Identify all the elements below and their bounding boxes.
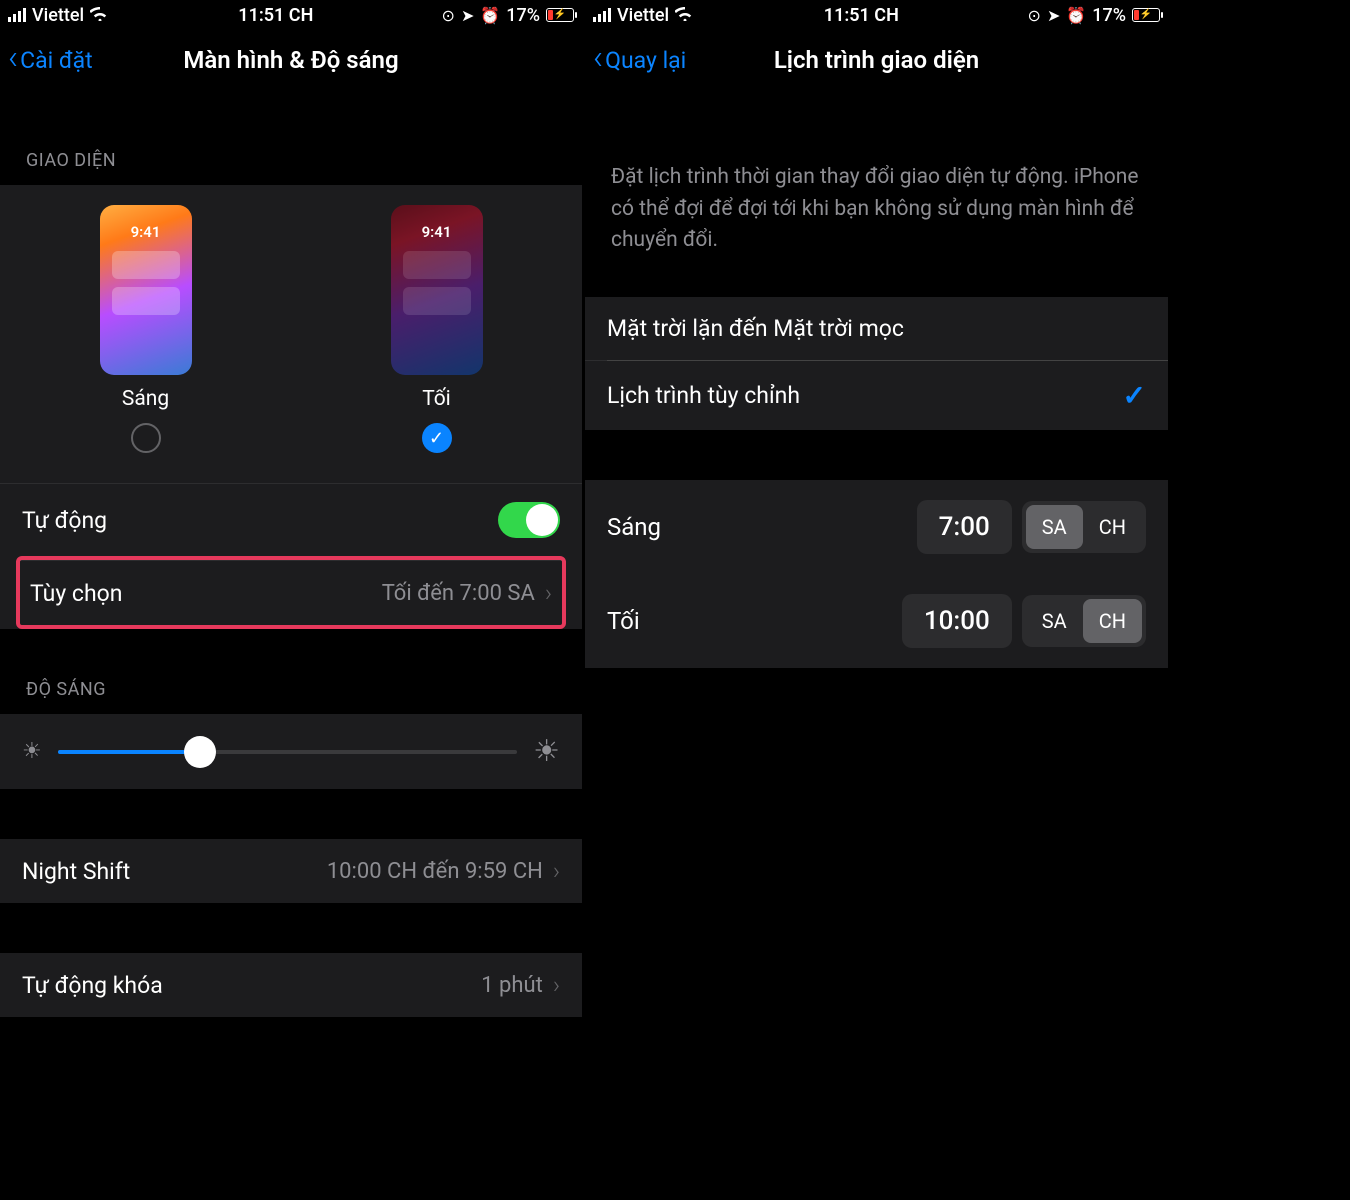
screen-display-brightness: Viettel 11:51 CH ⊙ ➤ ⏰ 17% ⚡ ‹ Cài đặt M… (0, 0, 582, 1200)
options-cell[interactable]: Tùy chọn Tối đến 7:00 SA › (20, 560, 562, 625)
options-highlight: Tùy chọn Tối đến 7:00 SA › (16, 556, 566, 629)
battery-pct: 17% (506, 5, 540, 26)
page-title: Màn hình & Độ sáng (0, 46, 582, 74)
brightness-header: ĐỘ SÁNG (0, 629, 582, 714)
battery-pct: 17% (1092, 5, 1126, 26)
alarm-icon: ⏰ (480, 6, 500, 25)
dark-ampm-segment: SA CH (1022, 595, 1146, 647)
dark-radio[interactable]: ✓ (422, 423, 452, 453)
brightness-row: ☀︎ ☀︎ (0, 714, 582, 789)
location-icon: ➤ (1047, 6, 1060, 25)
automatic-label: Tự động (22, 507, 107, 534)
alarm-icon: ⏰ (1066, 6, 1086, 25)
status-bar: Viettel 11:51 CH ⊙ ➤ ⏰ 17% ⚡ (585, 0, 1168, 30)
light-ampm-segment: SA CH (1022, 501, 1146, 553)
charging-icon: ⚡ (547, 9, 573, 20)
status-time: 11:51 CH (110, 5, 441, 26)
options-value: Tối đến 7:00 SA (382, 581, 535, 606)
wifi-icon (90, 5, 110, 26)
appearance-header: GIAO DIỆN (0, 90, 582, 185)
nav-header: ‹ Quay lại Lịch trình giao diện (585, 30, 1168, 90)
location-icon: ➤ (461, 6, 474, 25)
brightness-slider[interactable] (58, 750, 517, 754)
nav-header: ‹ Cài đặt Màn hình & Độ sáng (0, 30, 582, 90)
check-icon: ✓ (1123, 379, 1146, 412)
signal-icon (8, 8, 26, 22)
dark-time-value[interactable]: 10:00 (902, 594, 1012, 648)
dark-preview: 9:41 (391, 205, 483, 375)
carrier-label: Viettel (32, 5, 84, 26)
light-time-value[interactable]: 7:00 (917, 500, 1012, 554)
appearance-light-option[interactable]: 9:41 Sáng (100, 205, 192, 453)
lock-rotation-icon: ⊙ (1028, 6, 1041, 25)
chevron-right-icon: › (545, 579, 552, 607)
sunset-sunrise-label: Mặt trời lặn đến Mặt trời mọc (607, 315, 904, 342)
status-bar: Viettel 11:51 CH ⊙ ➤ ⏰ 17% ⚡ (0, 0, 582, 30)
lock-rotation-icon: ⊙ (442, 6, 455, 25)
signal-icon (593, 8, 611, 22)
auto-lock-label: Tự động khóa (22, 972, 163, 999)
light-radio[interactable] (131, 423, 161, 453)
schedule-description: Đặt lịch trình thời gian thay đổi giao d… (585, 90, 1168, 297)
carrier-label: Viettel (617, 5, 669, 26)
custom-schedule-label: Lịch trình tùy chỉnh (607, 382, 800, 409)
dark-label: Tối (422, 387, 451, 411)
dark-row-label: Tối (607, 607, 640, 635)
appearance-group: 9:41 Sáng 9:41 Tối ✓ Tự động Tùy chọn (0, 185, 582, 629)
light-am-button[interactable]: SA (1026, 505, 1083, 549)
page-title: Lịch trình giao diện (585, 46, 1168, 74)
chevron-right-icon: › (553, 857, 560, 885)
screen-appearance-schedule: Viettel 11:51 CH ⊙ ➤ ⏰ 17% ⚡ ‹ Quay lại … (585, 0, 1168, 1200)
battery-icon: ⚡ (546, 8, 574, 22)
battery-icon: ⚡ (1132, 8, 1160, 22)
options-label: Tùy chọn (30, 580, 122, 607)
wifi-icon (675, 5, 695, 26)
night-shift-label: Night Shift (22, 858, 130, 885)
night-shift-value: 10:00 CH đến 9:59 CH (327, 859, 543, 884)
sun-high-icon: ☀︎ (533, 734, 560, 769)
sun-low-icon: ☀︎ (22, 739, 42, 764)
status-time: 11:51 CH (695, 5, 1027, 26)
sunset-sunrise-cell[interactable]: Mặt trời lặn đến Mặt trời mọc (585, 297, 1168, 360)
auto-lock-value: 1 phút (481, 973, 543, 998)
chevron-right-icon: › (553, 971, 560, 999)
light-pm-button[interactable]: CH (1083, 505, 1142, 549)
custom-schedule-cell[interactable]: Lịch trình tùy chỉnh ✓ (585, 360, 1168, 430)
dark-pm-button[interactable]: CH (1083, 599, 1142, 643)
night-shift-cell[interactable]: Night Shift 10:00 CH đến 9:59 CH › (0, 839, 582, 903)
light-row-label: Sáng (607, 513, 661, 541)
dark-am-button[interactable]: SA (1026, 599, 1083, 643)
automatic-toggle[interactable] (498, 502, 560, 538)
dark-time-row: Tối 10:00 SA CH (585, 574, 1168, 668)
light-label: Sáng (122, 387, 169, 411)
light-preview: 9:41 (100, 205, 192, 375)
charging-icon: ⚡ (1133, 9, 1159, 20)
auto-lock-cell[interactable]: Tự động khóa 1 phút › (0, 953, 582, 1017)
appearance-dark-option[interactable]: 9:41 Tối ✓ (391, 205, 483, 453)
light-time-row: Sáng 7:00 SA CH (585, 480, 1168, 574)
